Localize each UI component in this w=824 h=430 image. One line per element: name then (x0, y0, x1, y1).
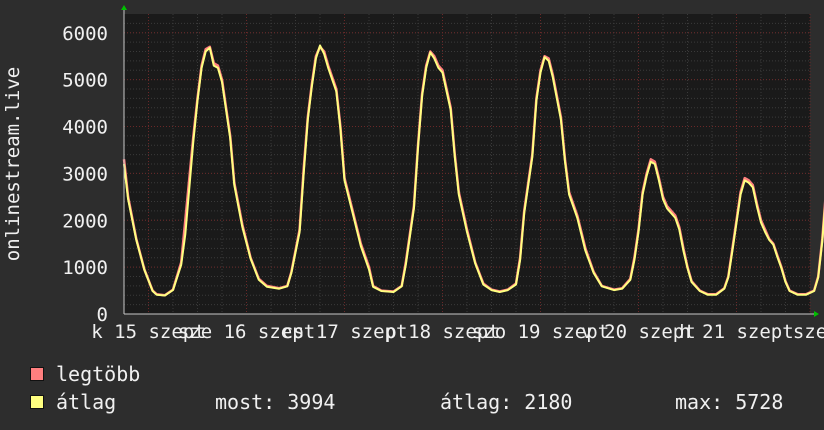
y-tick-label: 3000 (62, 163, 108, 185)
legend-label-max: legtöbb (56, 362, 141, 386)
legend-item-avg: átlag (30, 390, 116, 414)
y-tick-label: 1000 (62, 257, 108, 279)
y-tick-label: 2000 (62, 210, 108, 232)
y-axis-arrow-icon (121, 5, 127, 10)
stat-current: most: 3994 (215, 390, 336, 414)
legend-label-avg: átlag (56, 390, 117, 414)
legend-swatch-max (30, 367, 44, 381)
x-tick-label: sze (793, 321, 824, 343)
legend-item-max: legtöbb (30, 362, 140, 386)
x-tick-label: h 21 szept (679, 321, 793, 343)
y-tick-label: 6000 (62, 23, 108, 45)
stat-average: átlag: 2180 (440, 390, 573, 414)
legend-swatch-avg (30, 395, 44, 409)
y-tick-label: 5000 (62, 70, 108, 92)
y-axis-label: onlinestream.live (2, 67, 24, 261)
stat-max: max: 5728 (675, 390, 784, 414)
y-tick-label: 4000 (62, 117, 108, 139)
x-axis-arrow-icon (814, 311, 819, 317)
